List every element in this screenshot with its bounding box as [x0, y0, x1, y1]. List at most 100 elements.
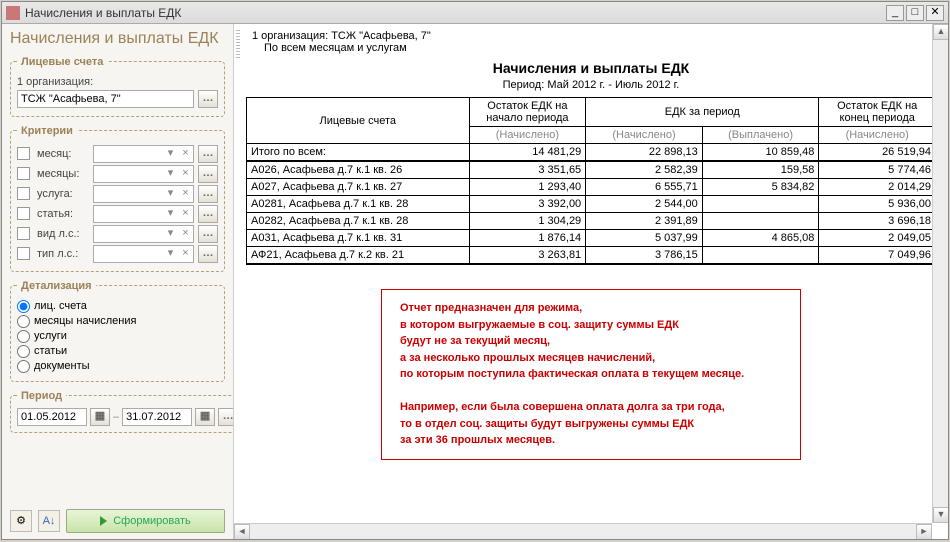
- criteria-clear-icon-4[interactable]: ×: [178, 226, 193, 242]
- vertical-scrollbar[interactable]: ▲ ▼: [932, 24, 948, 523]
- note-line: а за несколько прошлых месяцев начислени…: [400, 350, 782, 367]
- criteria-dropdown-icon-3[interactable]: ▾: [163, 206, 178, 222]
- cell-paid: [702, 247, 819, 265]
- period-from-input[interactable]: [17, 408, 87, 426]
- play-icon: [100, 516, 107, 526]
- criteria-label-1: месяцы:: [37, 168, 89, 180]
- bottom-bar: ⚙ A↓ Сформировать: [10, 503, 225, 533]
- th-end-sub: (Начислено): [819, 127, 936, 144]
- criteria-label-3: статья:: [37, 208, 89, 220]
- detail-label-1: месяцы начисления: [34, 315, 136, 327]
- total-start: 14 481,29: [469, 144, 586, 162]
- table-row: А027, Асафьева д.7 к.1 кв. 27 1 293,40 6…: [247, 179, 936, 196]
- detail-label-0: лиц. счета: [34, 300, 87, 312]
- criteria-clear-icon-1[interactable]: ×: [178, 166, 193, 182]
- scroll-right-icon[interactable]: ►: [916, 524, 932, 539]
- criteria-select-button-5[interactable]: …: [198, 245, 218, 263]
- criteria-checkbox-3[interactable]: [17, 207, 30, 220]
- th-accrued-sub: (Начислено): [586, 127, 703, 144]
- note-line: по которым поступила фактическая оплата …: [400, 366, 782, 383]
- detail-radio-3[interactable]: [17, 345, 30, 358]
- scroll-up-icon[interactable]: ▲: [933, 24, 948, 40]
- criteria-input-1[interactable]: ▾ ×: [93, 165, 194, 183]
- criteria-clear-icon-3[interactable]: ×: [178, 206, 193, 222]
- minimize-button[interactable]: _: [886, 5, 904, 21]
- criteria-select-button-2[interactable]: …: [198, 185, 218, 203]
- criteria-checkbox-4[interactable]: [17, 227, 30, 240]
- criteria-select-button-1[interactable]: …: [198, 165, 218, 183]
- settings-button[interactable]: ⚙: [10, 510, 32, 532]
- period-legend: Период: [17, 390, 66, 402]
- table-row: АФ21, Асафьева д.7 к.2 кв. 21 3 263,81 3…: [247, 247, 936, 265]
- period-to-input[interactable]: [122, 408, 192, 426]
- detail-radio-2[interactable]: [17, 330, 30, 343]
- note-line: будут не за текущий месяц,: [400, 333, 782, 350]
- criteria-label-4: вид л.с.:: [37, 228, 89, 240]
- th-start: Остаток ЕДК на начало периода: [469, 98, 586, 127]
- cell-name: АФ21, Асафьева д.7 к.2 кв. 21: [247, 247, 470, 265]
- note-line: в котором выгружаемые в соц. защиту сумм…: [400, 317, 782, 334]
- note-line: то в отдел соц. защиты будут выгружены с…: [400, 416, 782, 433]
- criteria-input-3[interactable]: ▾ ×: [93, 205, 194, 223]
- grip-icon: [236, 30, 240, 60]
- report-line1: 1 организация: ТСЖ "Асафьева, 7": [252, 30, 936, 42]
- detail-radio-1[interactable]: [17, 315, 30, 328]
- sort-button[interactable]: A↓: [38, 510, 60, 532]
- criteria-legend: Критерии: [17, 125, 77, 137]
- cell-paid: 159,58: [702, 161, 819, 179]
- detail-label-2: услуги: [34, 330, 67, 342]
- criteria-select-button-4[interactable]: …: [198, 225, 218, 243]
- criteria-dropdown-icon-2[interactable]: ▾: [163, 186, 178, 202]
- criteria-checkbox-2[interactable]: [17, 187, 30, 200]
- period-select-button[interactable]: …: [218, 408, 234, 426]
- table-row: А026, Асафьева д.7 к.1 кв. 26 3 351,65 2…: [247, 161, 936, 179]
- scroll-down-icon[interactable]: ▼: [933, 507, 948, 523]
- period-to-picker[interactable]: ▦: [195, 408, 215, 426]
- org-input[interactable]: [17, 90, 194, 108]
- org-label: 1 организация:: [17, 76, 93, 88]
- cell-accrued: 5 037,99: [586, 230, 703, 247]
- run-button[interactable]: Сформировать: [66, 509, 225, 533]
- criteria-clear-icon-0[interactable]: ×: [178, 146, 193, 162]
- total-label: Итого по всем:: [247, 144, 470, 162]
- cell-end: 5 774,46: [819, 161, 936, 179]
- cell-paid: [702, 213, 819, 230]
- total-paid: 10 859,48: [702, 144, 819, 162]
- criteria-dropdown-icon-5[interactable]: ▾: [163, 246, 178, 262]
- criteria-clear-icon-5[interactable]: ×: [178, 246, 193, 262]
- th-end: Остаток ЕДК на конец периода: [819, 98, 936, 127]
- th-accounts: Лицевые счета: [247, 98, 470, 144]
- note-line: за эти 36 прошлых месяцев.: [400, 432, 782, 449]
- cell-accrued: 2 391,89: [586, 213, 703, 230]
- criteria-select-button-3[interactable]: …: [198, 205, 218, 223]
- criteria-input-4[interactable]: ▾ ×: [93, 225, 194, 243]
- cell-name: А0281, Асафьева д.7 к.1 кв. 28: [247, 196, 470, 213]
- criteria-dropdown-icon-4[interactable]: ▾: [163, 226, 178, 242]
- total-accrued: 22 898,13: [586, 144, 703, 162]
- criteria-checkbox-1[interactable]: [17, 167, 30, 180]
- scroll-left-icon[interactable]: ◄: [234, 524, 250, 539]
- close-button[interactable]: ✕: [926, 5, 944, 21]
- report-line2: По всем месяцам и услугам: [264, 42, 936, 54]
- org-select-button[interactable]: …: [198, 90, 218, 108]
- period-from-picker[interactable]: ▦: [90, 408, 110, 426]
- cell-start: 1 293,40: [469, 179, 586, 196]
- period-separator: –: [113, 411, 119, 423]
- run-label: Сформировать: [113, 515, 191, 527]
- cell-paid: 4 865,08: [702, 230, 819, 247]
- criteria-input-2[interactable]: ▾ ×: [93, 185, 194, 203]
- criteria-input-0[interactable]: ▾ ×: [93, 145, 194, 163]
- criteria-input-5[interactable]: ▾ ×: [93, 245, 194, 263]
- criteria-label-5: тип л.с.:: [37, 248, 89, 260]
- criteria-clear-icon-2[interactable]: ×: [178, 186, 193, 202]
- maximize-button[interactable]: □: [906, 5, 924, 21]
- criteria-checkbox-0[interactable]: [17, 147, 30, 160]
- criteria-select-button-0[interactable]: …: [198, 145, 218, 163]
- horizontal-scrollbar[interactable]: ◄ ►: [234, 523, 932, 539]
- table-row: А0281, Асафьева д.7 к.1 кв. 28 3 392,00 …: [247, 196, 936, 213]
- criteria-checkbox-5[interactable]: [17, 247, 30, 260]
- detail-radio-0[interactable]: [17, 300, 30, 313]
- detail-radio-4[interactable]: [17, 360, 30, 373]
- criteria-dropdown-icon-1[interactable]: ▾: [163, 166, 178, 182]
- criteria-dropdown-icon-0[interactable]: ▾: [163, 146, 178, 162]
